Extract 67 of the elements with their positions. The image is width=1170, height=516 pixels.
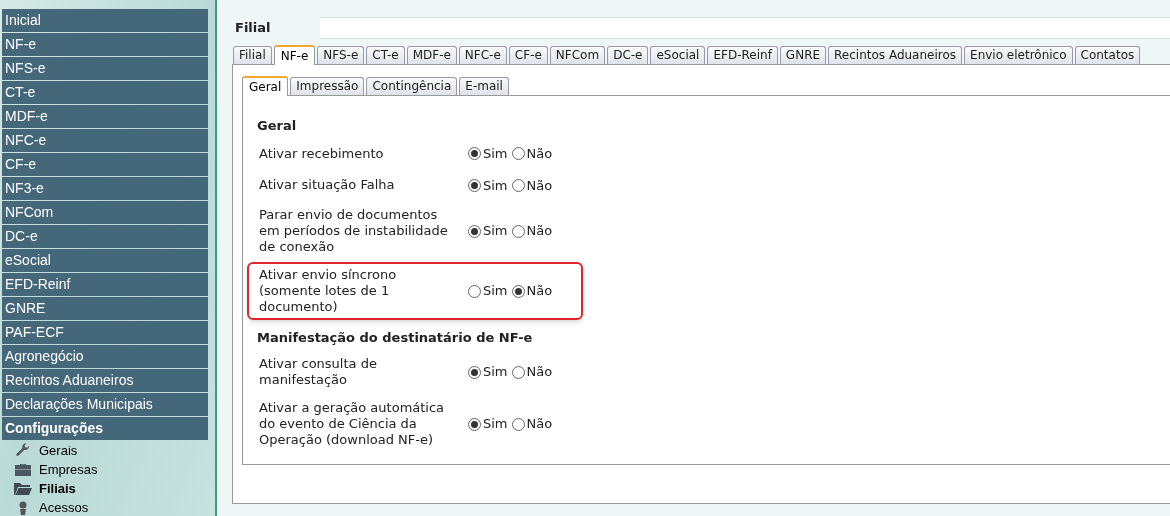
radio-option[interactable]: Não bbox=[511, 414, 553, 434]
setting-label: Ativar envio síncrono (somente lotes de 1 documento) bbox=[259, 267, 398, 315]
sidebar-item[interactable]: Agronegócio bbox=[2, 345, 208, 368]
field-label: Filial bbox=[234, 18, 272, 37]
submenu-item[interactable]: Filiais bbox=[2, 479, 208, 498]
tab[interactable]: CT-e bbox=[366, 46, 405, 64]
tab[interactable]: Geral bbox=[242, 76, 289, 96]
sidebar-item[interactable]: PAF-ECF bbox=[2, 321, 208, 344]
radio-option[interactable]: Sim bbox=[468, 281, 508, 301]
sidebar-item[interactable]: NFS-e bbox=[2, 57, 208, 80]
radio-option[interactable]: Não bbox=[511, 362, 553, 382]
tab[interactable]: Contingência bbox=[366, 77, 458, 95]
radio-option[interactable]: Não bbox=[511, 144, 553, 164]
radio-option[interactable]: Não bbox=[511, 281, 553, 301]
sidebar-item[interactable]: GNRE bbox=[2, 297, 208, 320]
tab[interactable]: NF-e bbox=[273, 45, 316, 65]
filial-field[interactable] bbox=[320, 16, 1170, 39]
sidebar-item[interactable]: NFCom bbox=[2, 201, 208, 224]
sidebar-item[interactable]: MDF-e bbox=[2, 105, 208, 128]
radio-option[interactable]: Sim bbox=[468, 414, 508, 434]
tab[interactable]: eSocial bbox=[650, 46, 706, 64]
setting-label: Parar envio de documentos em períodos de instabilidade de conexão bbox=[259, 207, 449, 255]
section-heading: Geral bbox=[257, 117, 298, 135]
radio-option[interactable]: Sim bbox=[468, 362, 508, 382]
radio-option[interactable]: Não bbox=[511, 221, 553, 241]
sidebar-item[interactable]: NFC-e bbox=[2, 129, 208, 152]
sidebar-item[interactable]: CF-e bbox=[2, 153, 208, 176]
sidebar-item[interactable]: Inicial bbox=[2, 9, 208, 32]
tab[interactable]: GNRE bbox=[779, 46, 827, 64]
sidebar-item[interactable]: eSocial bbox=[2, 249, 208, 272]
radio-option[interactable]: Sim bbox=[468, 221, 508, 241]
tab[interactable]: MDF-e bbox=[406, 46, 457, 64]
radio-option[interactable]: Sim bbox=[468, 175, 508, 195]
sidebar-item[interactable]: DC-e bbox=[2, 225, 208, 248]
tab[interactable]: Contatos bbox=[1074, 46, 1141, 64]
tab[interactable]: E-mail bbox=[459, 77, 509, 95]
section-heading: Manifestação do destinatário de NF-e bbox=[257, 329, 534, 347]
submenu-item[interactable]: Gerais bbox=[2, 441, 208, 460]
sidebar-item[interactable]: NF3-e bbox=[2, 177, 208, 200]
setting-label: Ativar situação Falha bbox=[259, 177, 396, 194]
submenu-item[interactable]: Empresas bbox=[2, 460, 208, 479]
setting-label: Ativar recebimento bbox=[259, 145, 385, 162]
person-icon bbox=[17, 500, 29, 515]
sidebar-item[interactable]: CT-e bbox=[2, 81, 208, 104]
tab[interactable]: Impressão bbox=[290, 77, 365, 95]
sidebar-item[interactable]: Recintos Aduaneiros bbox=[2, 369, 208, 392]
tab[interactable]: NFCom bbox=[549, 46, 606, 64]
tab[interactable]: Envio eletrônico bbox=[964, 46, 1073, 64]
radio-option[interactable]: Sim bbox=[468, 144, 508, 164]
setting-label: Ativar a geração automática do evento de Ciência da Operação (download NF-e) bbox=[259, 400, 446, 448]
setting-label: Ativar consulta de manifestação bbox=[259, 356, 378, 388]
tab[interactable]: EFD-Reinf bbox=[707, 46, 778, 64]
folder-icon bbox=[14, 482, 32, 495]
tab[interactable]: NFS-e bbox=[317, 46, 365, 64]
wrench-icon bbox=[15, 442, 31, 459]
radio-option[interactable]: Não bbox=[511, 175, 553, 195]
tab[interactable]: CF-e bbox=[508, 46, 548, 64]
sidebar-item[interactable]: NF-e bbox=[2, 33, 208, 56]
sidebar-item[interactable]: Configurações bbox=[2, 417, 208, 440]
briefcase-icon bbox=[14, 462, 32, 477]
tab[interactable]: DC-e bbox=[607, 46, 649, 64]
tab[interactable]: Filial bbox=[233, 46, 272, 64]
submenu-item[interactable]: Acessos bbox=[2, 498, 208, 516]
sidebar-item[interactable]: EFD-Reinf bbox=[2, 273, 208, 296]
tab[interactable]: NFC-e bbox=[458, 46, 507, 64]
sidebar-item[interactable]: Declarações Municipais bbox=[2, 393, 208, 416]
tab[interactable]: Recintos Aduaneiros bbox=[828, 46, 963, 64]
